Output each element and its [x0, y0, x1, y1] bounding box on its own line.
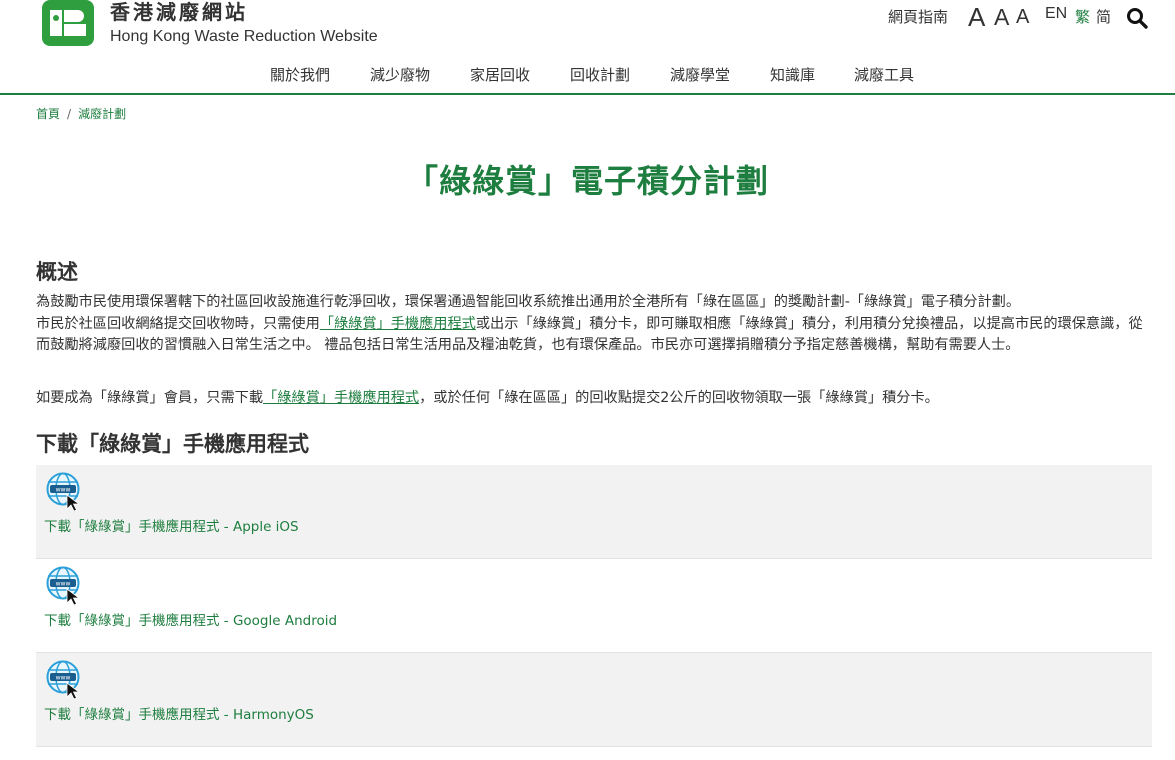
- download-ios-link[interactable]: 下載「綠綠賞」手機應用程式 - Apple iOS: [44, 515, 299, 535]
- download-android-link[interactable]: 下載「綠綠賞」手機應用程式 - Google Android: [44, 609, 337, 629]
- www-label: www: [56, 487, 71, 494]
- nav-item-household-recycling[interactable]: 家居回收: [470, 64, 530, 85]
- page-title: 「綠綠賞」電子積分計劃: [405, 162, 769, 200]
- download-heading: 下載「綠綠賞」手機應用程式: [36, 432, 309, 456]
- overview-heading: 概述: [36, 260, 78, 284]
- overview-text: 市民於社區回收網絡提交回收物時，只需使用: [36, 315, 320, 332]
- font-size-large-button[interactable]: A: [1016, 6, 1029, 32]
- font-size-medium-button[interactable]: A: [994, 4, 1009, 30]
- hkwr-logo-icon[interactable]: [42, 0, 94, 46]
- breadcrumb: 首頁 / 減廢計劃: [36, 105, 126, 122]
- nav-item-waste-reduction-tools[interactable]: 減廢工具: [854, 64, 914, 85]
- breadcrumb-separator: /: [67, 107, 72, 121]
- nav-item-knowledge-base[interactable]: 知識庫: [770, 64, 815, 85]
- nav-item-reduce-waste[interactable]: 減少廢物: [370, 64, 430, 85]
- www-label: www: [56, 581, 71, 588]
- breadcrumb-home-link[interactable]: 首頁: [36, 107, 60, 121]
- lang-english-link[interactable]: EN: [1045, 5, 1067, 31]
- app-download-link[interactable]: 「綠綠賞」手機應用程式: [320, 316, 476, 332]
- sitemap-link[interactable]: 網頁指南: [888, 6, 948, 32]
- web-link-icon[interactable]: www: [45, 471, 83, 511]
- nav-item-waste-reduction-academy[interactable]: 減廢學堂: [670, 64, 730, 85]
- overview-text: 為鼓勵市民使用環保署轄下的社區回收設施進行乾淨回收，環保署通過智能回收系統推出通…: [36, 294, 1021, 310]
- breadcrumb-current-link[interactable]: 減廢計劃: [78, 107, 126, 121]
- site-name-chinese[interactable]: 香港減廢網站: [110, 0, 248, 24]
- font-size-small-button[interactable]: A: [968, 2, 985, 32]
- membership-text: 如要成為「綠綠賞」會員，只需下載: [36, 390, 264, 406]
- web-link-icon[interactable]: www: [45, 659, 83, 699]
- membership-paragraph: 如要成為「綠綠賞」會員，只需下載「綠綠賞」手機應用程式，或於任何「綠在區區」的回…: [36, 388, 1156, 410]
- nav-item-about-us[interactable]: 關於我們: [270, 64, 330, 85]
- lang-traditional-chinese-link[interactable]: 繁: [1075, 6, 1090, 32]
- overview-paragraph: 為鼓勵市民使用環保署轄下的社區回收設施進行乾淨回收，環保署通過智能回收系統推出通…: [36, 292, 1156, 357]
- download-item-android: www 下載「綠綠賞」手機應用程式 - Google Android: [36, 559, 1152, 653]
- download-harmonyos-link[interactable]: 下載「綠綠賞」手機應用程式 - HarmonyOS: [44, 703, 314, 723]
- main-navigation: 關於我們 減少廢物 家居回收 回收計劃 減廢學堂 知識庫 減廢工具: [0, 64, 1175, 88]
- site-header: 香港減廢網站 Hong Kong Waste Reduction Website…: [0, 0, 1175, 95]
- lang-simplified-chinese-link[interactable]: 简: [1096, 6, 1111, 32]
- www-label: www: [56, 675, 71, 682]
- download-item-harmonyos: www 下載「綠綠賞」手機應用程式 - HarmonyOS: [36, 653, 1152, 747]
- app-download-link[interactable]: 「綠綠賞」手機應用程式: [263, 390, 419, 406]
- nav-item-recycling-programmes[interactable]: 回收計劃: [570, 64, 630, 85]
- web-link-icon[interactable]: www: [45, 565, 83, 605]
- search-icon[interactable]: [1125, 6, 1149, 30]
- membership-text: ，或於任何「綠在區區」的回收點提交2公斤的回收物領取一張「綠綠賞」積分卡。: [419, 390, 939, 406]
- download-item-ios: www 下載「綠綠賞」手機應用程式 - Apple iOS: [36, 465, 1152, 559]
- site-name-english[interactable]: Hong Kong Waste Reduction Website: [110, 27, 378, 47]
